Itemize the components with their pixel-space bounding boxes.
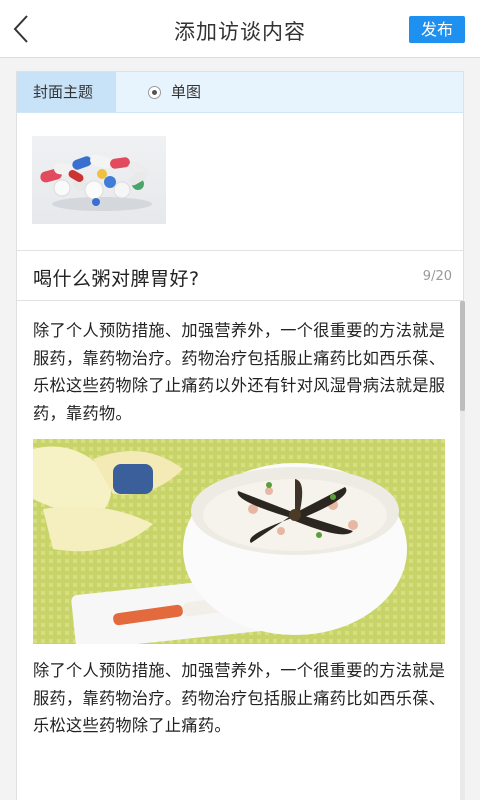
scrollbar-thumb[interactable] — [460, 301, 465, 411]
publish-button[interactable]: 发布 — [409, 16, 465, 43]
single-image-option-label[interactable]: 单图 — [171, 72, 201, 112]
article-paragraph[interactable]: 除了个人预防措施、加强营养外，一个很重要的方法就是服药，靠药物治疗。药物治疗包括… — [33, 317, 451, 427]
article-paragraph[interactable]: 除了个人预防措施、加强营养外，一个很重要的方法就是服药，靠药物治疗。药物治疗包括… — [33, 657, 451, 740]
article-image[interactable] — [33, 439, 445, 644]
cover-type-label: 封面主题 — [17, 72, 116, 112]
single-image-radio[interactable] — [148, 86, 161, 99]
divider — [17, 250, 463, 251]
scrollbar[interactable] — [460, 301, 465, 800]
app-header: 添加访谈内容 发布 — [0, 0, 480, 58]
title-char-count: 9/20 — [422, 269, 452, 284]
divider — [17, 300, 463, 301]
page-title: 添加访谈内容 — [174, 20, 306, 44]
cover-type-row: 封面主题 单图 — [17, 72, 463, 113]
article-title-input[interactable]: 喝什么粥对脾胃好? — [33, 264, 200, 291]
cover-image[interactable] — [32, 136, 166, 224]
editor-panel: 封面主题 单图 喝什么粥对脾胃好? 9/20 除了个人预防措施、加强营养外，一个… — [16, 71, 465, 800]
